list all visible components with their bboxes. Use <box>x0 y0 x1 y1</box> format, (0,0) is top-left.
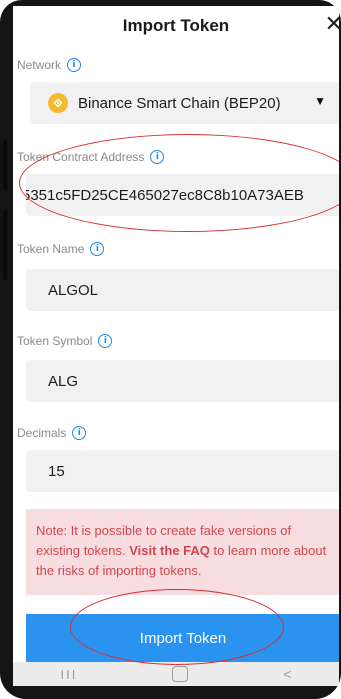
decimals-value: 15 <box>48 462 65 480</box>
network-select[interactable]: Binance Smart Chain (BEP20) ▼ <box>30 82 339 124</box>
info-icon[interactable]: i <box>98 334 113 348</box>
home-icon[interactable] <box>172 666 189 682</box>
contract-address-value: 5351c5FD25CE465027ec8C8b10A73AEB <box>26 186 304 204</box>
token-name-input[interactable]: ALGOL <box>26 269 339 311</box>
info-icon[interactable]: i <box>72 426 87 440</box>
contract-address-label-row: Token Contract Address i <box>17 150 165 164</box>
contract-address-input[interactable]: 5351c5FD25CE465027ec8C8b10A73AEB <box>26 174 339 216</box>
contract-address-label: Token Contract Address <box>17 150 145 164</box>
phone-side-button <box>3 210 7 280</box>
token-symbol-value: ALG <box>48 372 79 390</box>
decimals-label-row: Decimals i <box>17 426 87 440</box>
back-icon[interactable]: < <box>283 666 291 682</box>
phone-frame: Import Token ✕ Network i Binance Smart C… <box>0 0 341 699</box>
info-icon[interactable]: i <box>67 58 82 72</box>
phone-side-button <box>3 140 7 190</box>
recent-apps-icon[interactable]: III <box>60 667 77 682</box>
app-screen: Import Token ✕ Network i Binance Smart C… <box>13 6 339 686</box>
token-symbol-input[interactable]: ALG <box>26 360 339 402</box>
header: Import Token ✕ <box>13 6 339 40</box>
network-value: Binance Smart Chain (BEP20) <box>78 94 281 112</box>
warning-note: Note: It is possible to create fake vers… <box>26 509 339 595</box>
chevron-down-icon: ▼ <box>314 94 326 108</box>
network-label: Network <box>17 58 62 72</box>
android-nav-bar: III < <box>13 662 339 686</box>
decimals-label: Decimals <box>17 426 67 440</box>
faq-link[interactable]: Visit the FAQ <box>129 543 210 558</box>
token-symbol-label: Token Symbol <box>17 334 93 348</box>
info-icon[interactable]: i <box>150 150 165 164</box>
decimals-input[interactable]: 15 <box>26 450 339 492</box>
import-token-button[interactable]: Import Token <box>26 614 339 662</box>
info-icon[interactable]: i <box>90 242 105 256</box>
close-icon[interactable]: ✕ <box>325 13 339 35</box>
network-label-row: Network i <box>17 58 82 72</box>
bnb-logo-icon <box>48 93 68 113</box>
token-name-label: Token Name <box>17 242 85 256</box>
page-title: Import Token <box>122 16 230 35</box>
token-name-value: ALGOL <box>48 281 99 299</box>
token-symbol-label-row: Token Symbol i <box>17 334 113 348</box>
token-name-label-row: Token Name i <box>17 242 105 256</box>
